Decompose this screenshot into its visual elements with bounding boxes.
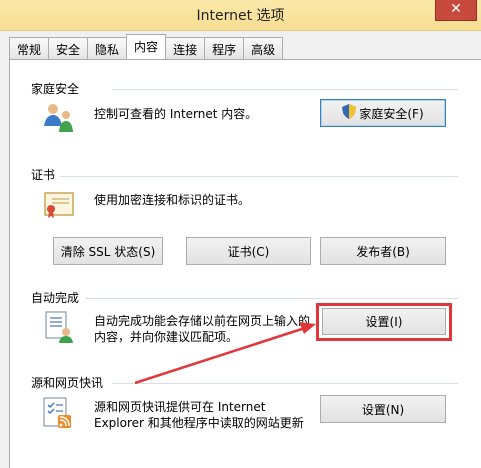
section-divider	[60, 176, 458, 177]
certificates-button[interactable]: 证书(C)	[186, 237, 311, 265]
section-divider	[112, 383, 458, 384]
tab-privacy[interactable]: 隐私	[87, 37, 128, 59]
section-divider	[86, 298, 458, 299]
certificate-icon	[42, 190, 76, 220]
window-title: Internet 选项	[196, 8, 285, 24]
tab-connections[interactable]: 连接	[165, 37, 206, 59]
tab-strip: 常规 安全 隐私 内容 连接 程序 高级	[9, 34, 284, 59]
tab-programs[interactable]: 程序	[204, 37, 245, 59]
tab-general[interactable]: 常规	[9, 37, 50, 59]
family-safety-button-label: 家庭安全(F)	[359, 106, 424, 121]
feeds-heading: 源和网页快讯	[31, 376, 104, 390]
section-divider	[112, 89, 458, 90]
family-safety-icon	[40, 100, 76, 136]
autocomplete-description-line2: 内容，并向你建议匹配项。	[94, 330, 239, 344]
tab-advanced[interactable]: 高级	[243, 37, 284, 59]
shield-icon	[342, 104, 357, 122]
close-icon: ✕	[450, 1, 462, 17]
annotation-highlight-box	[316, 303, 452, 341]
autocomplete-heading: 自动完成	[31, 291, 80, 305]
title-bar: Internet 选项 ✕	[0, 0, 481, 31]
feeds-description-line2: Explorer 和其他程序中读取的网站更新	[94, 416, 304, 430]
family-safety-button[interactable]: 家庭安全(F)	[320, 99, 446, 127]
family-safety-description: 控制可查看的 Internet 内容。	[94, 107, 258, 121]
family-safety-heading: 家庭安全	[31, 82, 80, 96]
tab-content[interactable]: 内容	[126, 34, 167, 59]
autocomplete-icon	[40, 308, 76, 344]
feeds-settings-button[interactable]: 设置(N)	[320, 395, 446, 423]
feeds-icon	[40, 396, 74, 430]
clear-ssl-button[interactable]: 清除 SSL 状态(S)	[53, 237, 163, 265]
certificates-heading: 证书	[31, 168, 56, 182]
certificates-description: 使用加密连接和标识的证书。	[94, 193, 251, 207]
publishers-button[interactable]: 发布者(B)	[320, 237, 446, 265]
close-button[interactable]: ✕	[435, 0, 477, 21]
tab-security[interactable]: 安全	[48, 37, 89, 59]
